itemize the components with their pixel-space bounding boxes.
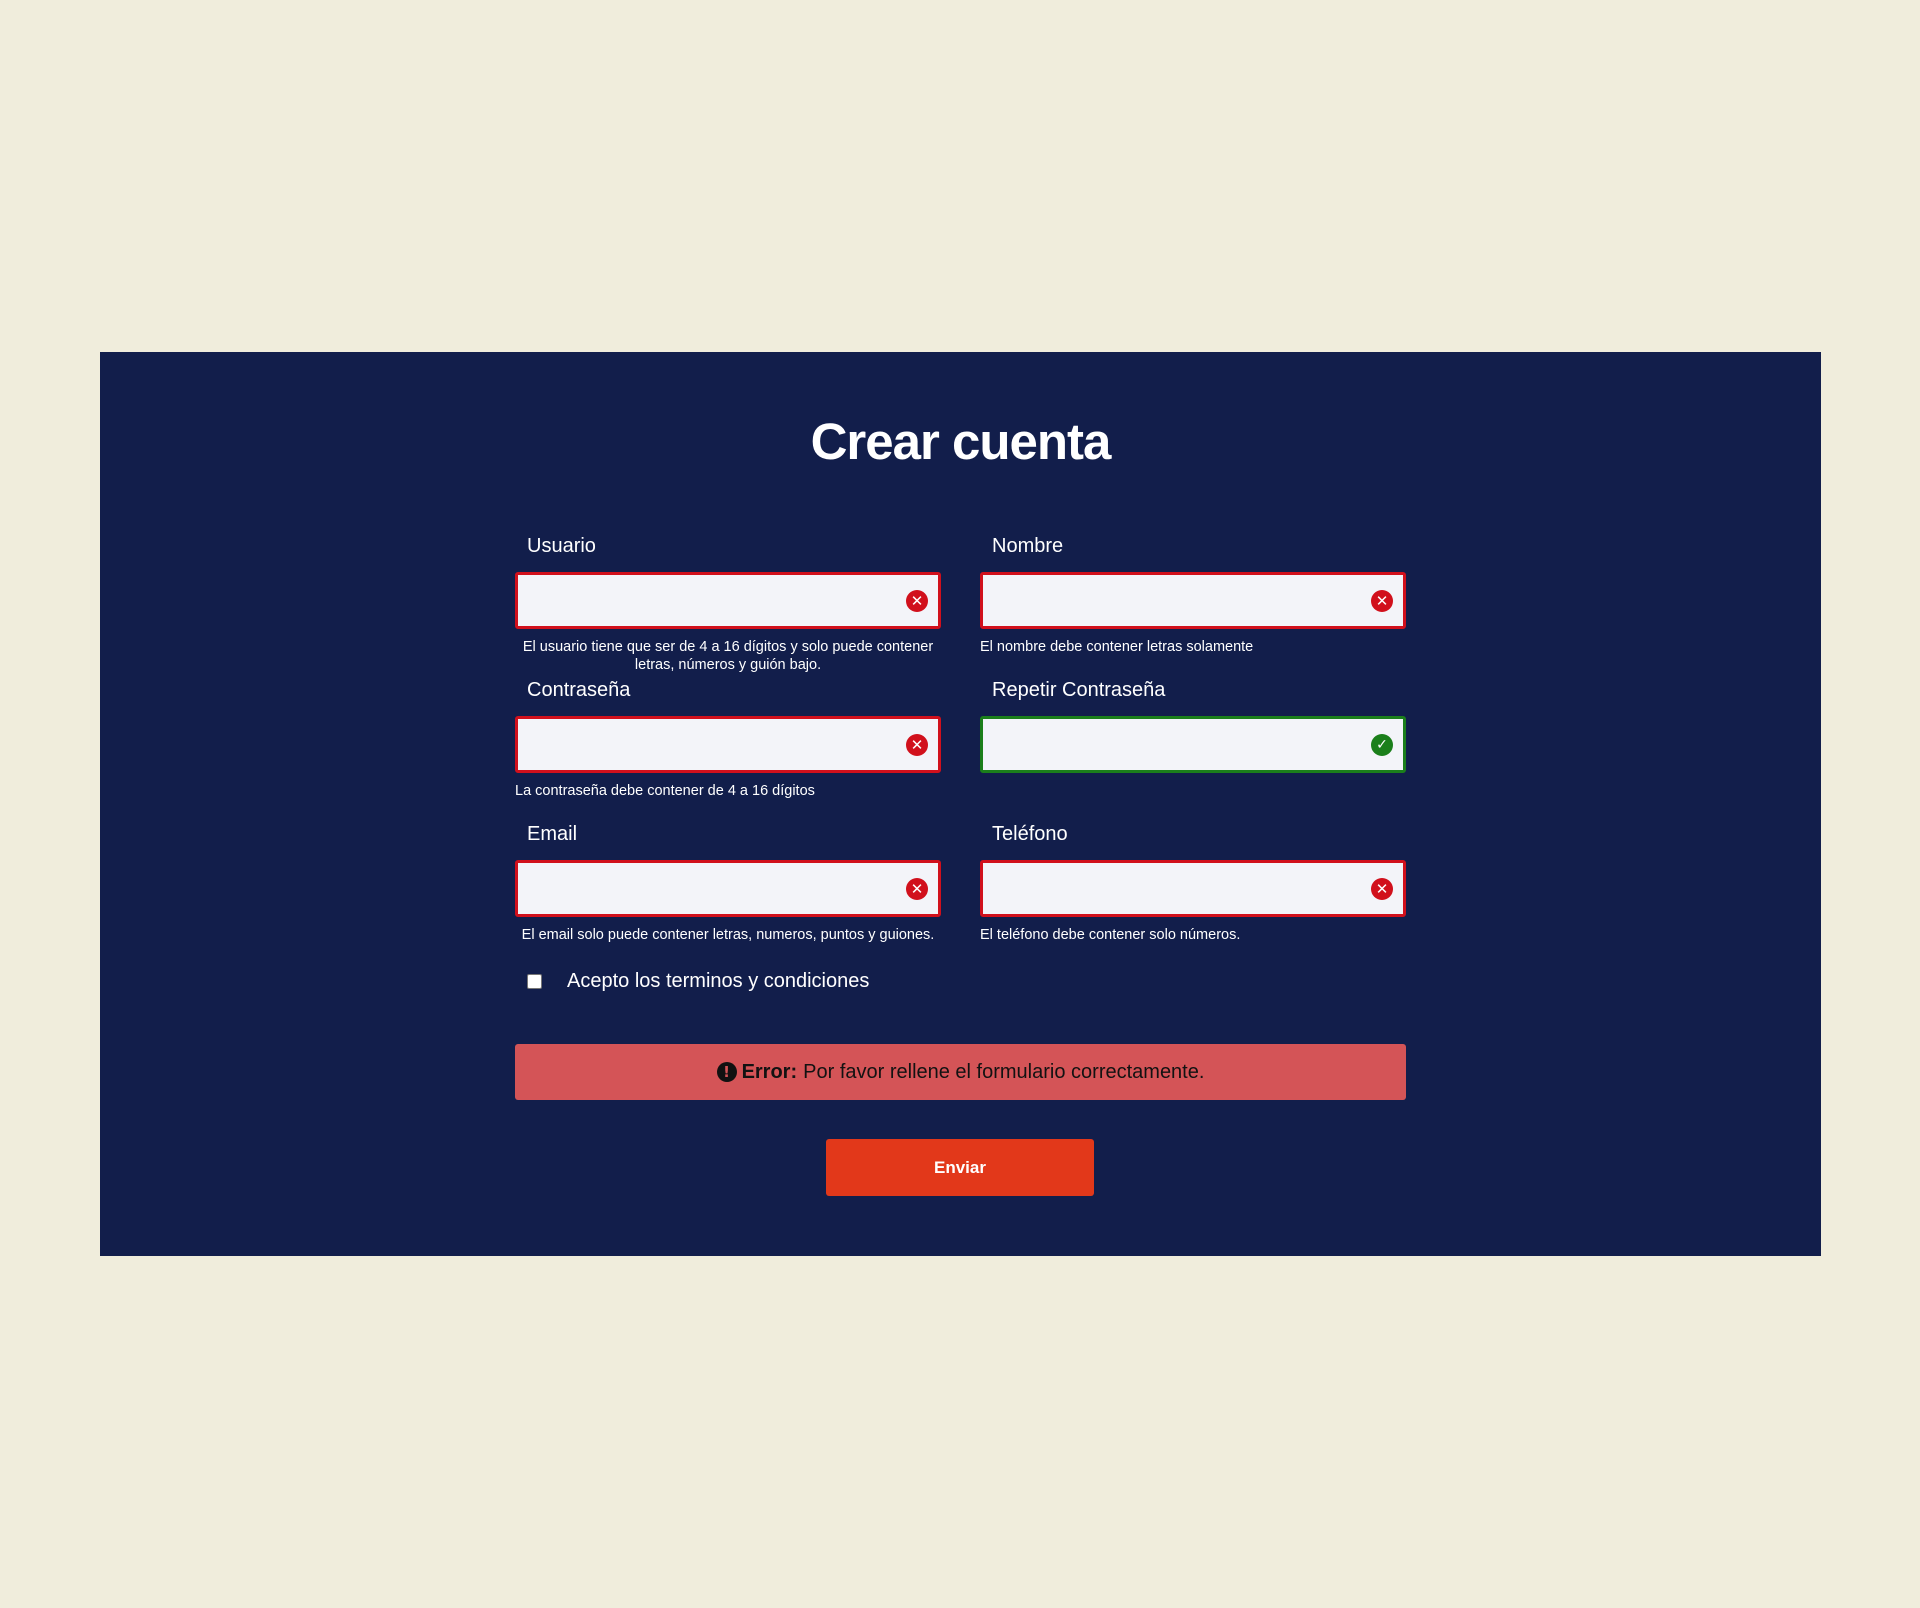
alert-title: Error: — [741, 1060, 798, 1083]
error-alert: ! Error: Por favor rellene el formulario… — [515, 1044, 1406, 1100]
email-input[interactable] — [518, 863, 938, 914]
nombre-input-wrapper: ✕ — [980, 572, 1406, 629]
nombre-label: Nombre — [992, 535, 1064, 557]
telefono-hint: El teléfono debe contener solo números. — [980, 927, 1241, 943]
terms-checkbox[interactable] — [527, 973, 542, 989]
nombre-input[interactable] — [983, 575, 1403, 626]
terms-label[interactable]: Acepto los terminos y condiciones — [567, 970, 869, 993]
email-hint: El email solo puede contener letras, num… — [521, 927, 935, 943]
alert-message: Por favor rellene el formulario correcta… — [803, 1060, 1205, 1083]
telefono-input[interactable] — [983, 863, 1403, 914]
password-input-wrapper: ✕ — [515, 716, 941, 773]
email-input-wrapper: ✕ — [515, 860, 941, 917]
usuario-input-wrapper: ✕ — [515, 572, 941, 629]
nombre-hint: El nombre debe contener letras solamente — [980, 639, 1254, 655]
error-icon: ✕ — [906, 733, 928, 756]
field-password2: Repetir Contraseña ✓ — [980, 678, 1406, 773]
telefono-input-wrapper: ✕ — [980, 860, 1406, 917]
field-email: Email ✕ El email solo puede contener let… — [515, 822, 941, 943]
usuario-input[interactable] — [518, 575, 938, 626]
exclamation-circle-icon: ! — [716, 1062, 737, 1082]
check-icon: ✓ — [1371, 733, 1393, 756]
error-icon: ✕ — [1371, 589, 1393, 612]
password-label: Contraseña — [527, 679, 631, 701]
password-hint: La contraseña debe contener de 4 a 16 dí… — [515, 783, 815, 799]
submit-button[interactable]: Enviar — [826, 1139, 1094, 1196]
page-title: Crear cuenta — [810, 413, 1112, 470]
field-password: Contraseña ✕ La contraseña debe contener… — [515, 678, 941, 799]
field-telefono: Teléfono ✕ El teléfono debe contener sol… — [980, 822, 1406, 943]
form-panel: Crear cuenta Usuario ✕ El usuario tiene … — [100, 352, 1821, 1256]
error-icon: ✕ — [1371, 877, 1393, 900]
field-usuario: Usuario ✕ El usuario tiene que ser de 4 … — [515, 534, 941, 673]
error-icon: ✕ — [906, 877, 928, 900]
terms-row: Acepto los terminos y condiciones — [527, 968, 869, 994]
usuario-hint: El usuario tiene que ser de 4 a 16 dígit… — [522, 639, 934, 673]
telefono-label: Teléfono — [992, 823, 1068, 845]
error-icon: ✕ — [906, 589, 928, 612]
password-input[interactable] — [518, 719, 938, 770]
field-nombre: Nombre ✕ El nombre debe contener letras … — [980, 534, 1406, 655]
password2-label: Repetir Contraseña — [992, 679, 1166, 701]
password2-input-wrapper: ✓ — [980, 716, 1406, 773]
usuario-label: Usuario — [527, 535, 596, 557]
email-label: Email — [527, 823, 578, 845]
password2-input[interactable] — [983, 719, 1403, 770]
